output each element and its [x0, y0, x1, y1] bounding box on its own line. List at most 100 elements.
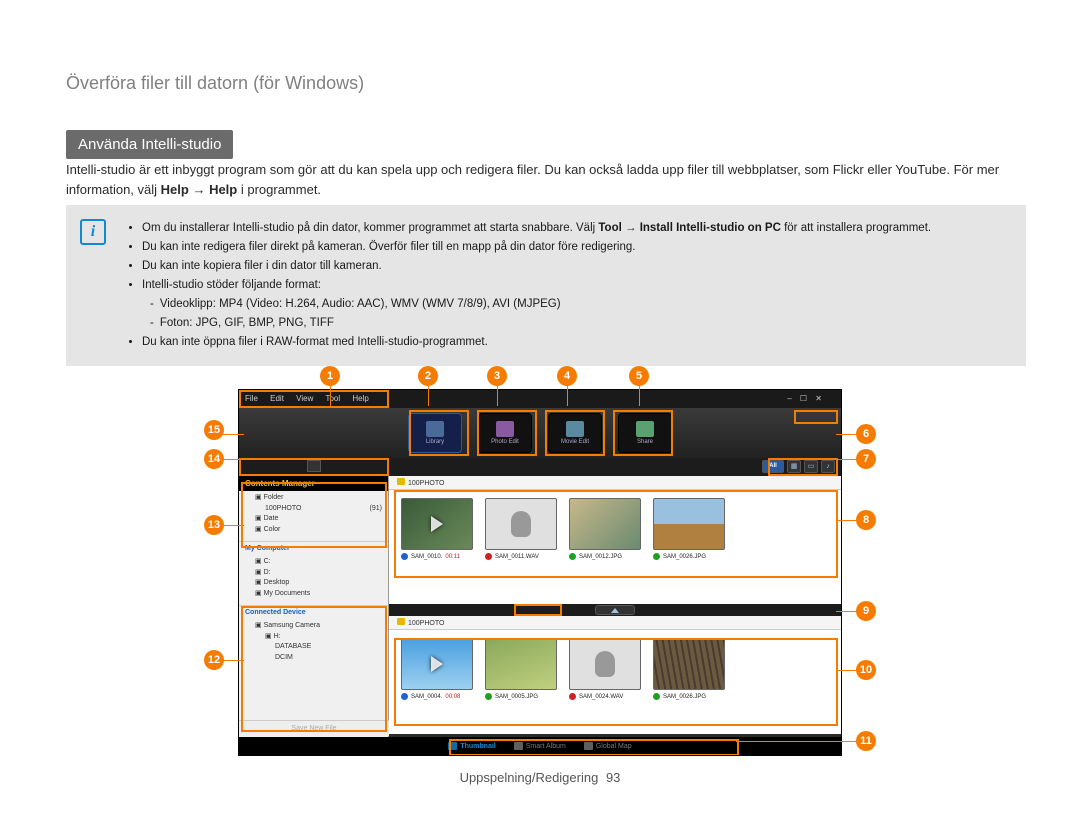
thumbnail-icon: [448, 742, 457, 750]
device-dir[interactable]: DATABASE: [255, 642, 382, 653]
mode-share[interactable]: Share: [618, 413, 672, 453]
device-item[interactable]: ▣ Samsung Camera: [255, 621, 382, 632]
mode-library[interactable]: Library: [408, 413, 462, 453]
window-controls[interactable]: – ☐ ✕: [787, 394, 825, 403]
drive-item[interactable]: ▣ D:: [255, 568, 382, 579]
type-dot: [401, 553, 408, 560]
type-dot: [569, 693, 576, 700]
type-dot: [653, 693, 660, 700]
thumbnail[interactable]: SAM_0024.WAV: [569, 638, 641, 700]
menu-edit[interactable]: Edit: [270, 394, 284, 403]
thumb-audio[interactable]: [485, 498, 557, 550]
info-subitem: Foton: JPG, GIF, BMP, PNG, TIFF: [150, 314, 1008, 333]
callout-4: 4: [557, 366, 577, 386]
panel-separator[interactable]: [389, 604, 841, 616]
menu-help[interactable]: Help: [352, 394, 368, 403]
type-dot: [485, 553, 492, 560]
content-panel-top: 100PHOTO SAM_0010. 00:11 SAM_0011.WAV SA…: [389, 476, 841, 604]
nav-toggle-icon[interactable]: [307, 460, 321, 472]
tree-folder[interactable]: ▣ Folder: [255, 493, 382, 504]
callout-2: 2: [418, 366, 438, 386]
callout-6: 6: [856, 424, 876, 444]
thumb-video[interactable]: [401, 638, 473, 690]
thumb-name: SAM_0012.JPG: [579, 554, 622, 560]
thumbnail[interactable]: SAM_0026.JPG: [653, 638, 725, 700]
intro-c: i programmet.: [237, 182, 321, 197]
thumbnail[interactable]: SAM_0012.JPG: [569, 498, 641, 560]
mode-label: Library: [426, 439, 444, 445]
thumb-photo[interactable]: [653, 638, 725, 690]
thumbnail[interactable]: SAM_0005.JPG: [485, 638, 557, 700]
movie-icon: [566, 421, 584, 437]
thumbnail[interactable]: SAM_0004. 00:08: [401, 638, 473, 700]
separator-handle-icon[interactable]: [595, 605, 635, 615]
callout-9: 9: [856, 601, 876, 621]
folder-icon: [397, 478, 405, 485]
drive-item[interactable]: ▣ My Documents: [255, 589, 382, 600]
tree-color[interactable]: ▣ Color: [255, 525, 382, 536]
thumb-video[interactable]: [401, 498, 473, 550]
mic-icon: [511, 511, 531, 537]
type-dot: [485, 693, 492, 700]
mode-photo-edit[interactable]: Photo Edit: [478, 413, 532, 453]
mode-label: Share: [637, 439, 653, 445]
drive-item[interactable]: ▣ C:: [255, 557, 382, 568]
folder-icon: [397, 618, 405, 625]
save-new-file[interactable]: Save New File: [239, 720, 389, 736]
section-title: Använda Intelli-studio: [66, 130, 233, 159]
view-thumbnail[interactable]: Thumbnail: [448, 742, 495, 750]
thumb-audio[interactable]: [569, 638, 641, 690]
mode-movie-edit[interactable]: Movie Edit: [548, 413, 602, 453]
thumb-photo[interactable]: [485, 638, 557, 690]
folder-bar[interactable]: 100PHOTO: [389, 476, 841, 490]
info-box: i Om du installerar Intelli-studio på di…: [66, 205, 1026, 366]
tree-item[interactable]: 100PHOTO(91): [255, 504, 382, 515]
share-icon: [636, 421, 654, 437]
tree-date[interactable]: ▣ Date: [255, 514, 382, 525]
thumb-duration: 00:11: [445, 554, 460, 560]
thumb-name: SAM_0011.WAV: [495, 554, 539, 560]
thumbnail[interactable]: SAM_0011.WAV: [485, 498, 557, 560]
tool-menu: Tool: [598, 222, 621, 234]
menu-file[interactable]: File: [245, 394, 258, 403]
menu-tool[interactable]: Tool: [325, 394, 340, 403]
thumb-name: SAM_0004.: [411, 694, 442, 700]
callout-14: 14: [204, 449, 224, 469]
view-smart-album[interactable]: Smart Album: [514, 742, 566, 750]
info-item: Om du installerar Intelli-studio på din …: [142, 219, 1008, 238]
filter-video-icon[interactable]: ▭: [804, 460, 818, 473]
filter-bar: All ▦ ▭ ♪: [239, 458, 841, 476]
device-dir[interactable]: DCIM: [255, 653, 382, 664]
callout-7: 7: [856, 449, 876, 469]
info-item: Du kan inte kopiera filer i din dator ti…: [142, 257, 1008, 276]
app-screenshot: File Edit View Tool Help – ☐ ✕ Library P…: [238, 389, 842, 756]
mic-icon: [595, 651, 615, 677]
folder-bar[interactable]: 100PHOTO: [389, 616, 841, 630]
thumb-duration: 00:08: [445, 694, 460, 700]
thumb-name: SAM_0024.WAV: [579, 694, 623, 700]
drive-item[interactable]: ▣ Desktop: [255, 578, 382, 589]
thumb-photo[interactable]: [569, 498, 641, 550]
callout-13: 13: [204, 515, 224, 535]
menu-view[interactable]: View: [296, 394, 313, 403]
thumbnail[interactable]: SAM_0026.JPG: [653, 498, 725, 560]
info-arrow: →: [622, 222, 640, 234]
info-text: för att installera programmet.: [781, 222, 931, 234]
sidebar-mycomputer[interactable]: My Computer: [239, 541, 388, 555]
thumbnail[interactable]: SAM_0010. 00:11: [401, 498, 473, 560]
filter-audio-icon[interactable]: ♪: [821, 460, 835, 473]
filter-all[interactable]: All: [762, 460, 784, 473]
info-icon: i: [80, 219, 106, 245]
device-drive[interactable]: ▣ H:: [255, 632, 382, 643]
callout-11: 11: [856, 731, 876, 751]
page-title: Överföra filer till datorn (för Windows): [66, 73, 364, 94]
play-icon: [431, 516, 443, 532]
thumb-photo[interactable]: [653, 498, 725, 550]
photo-icon: [496, 421, 514, 437]
filter-photo-icon[interactable]: ▦: [787, 460, 801, 473]
sidebar-connected[interactable]: Connected Device: [239, 605, 388, 619]
help-menu-1: Help: [161, 182, 189, 197]
type-dot: [653, 553, 660, 560]
view-global-map[interactable]: Global Map: [584, 742, 632, 750]
info-item: Du kan inte redigera filer direkt på kam…: [142, 238, 1008, 257]
